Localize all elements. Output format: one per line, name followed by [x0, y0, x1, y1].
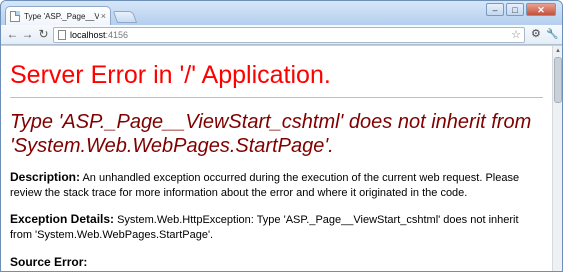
page-favicon-icon	[10, 10, 20, 22]
browser-toolbar: ← → ↻ localhost:4156 ☆ ⚙ 🔧	[1, 25, 562, 45]
description-text: An unhandled exception occurred during t…	[10, 172, 520, 199]
new-tab-button[interactable]	[112, 11, 138, 23]
tab-title: Type 'ASP._Page__ViewSta	[24, 11, 99, 21]
reload-icon[interactable]: ↻	[36, 27, 51, 42]
forward-arrow-icon[interactable]: →	[20, 27, 35, 42]
exception-details-label: Exception Details:	[10, 212, 115, 226]
browser-window: Type 'ASP._Page__ViewSta × – □ ✕ ← → ↻ l…	[0, 0, 563, 272]
description-label: Description:	[10, 170, 81, 184]
exception-details-paragraph: Exception Details: System.Web.HttpExcept…	[10, 212, 540, 243]
tab-close-icon[interactable]: ×	[101, 11, 106, 21]
scrollbar-thumb[interactable]	[554, 57, 562, 103]
scroll-up-arrow-icon[interactable]: ▲	[553, 46, 562, 56]
close-window-button[interactable]: ✕	[526, 3, 556, 16]
vertical-scrollbar[interactable]: ▲	[552, 46, 562, 271]
address-bar[interactable]: localhost:4156 ☆	[53, 27, 525, 43]
url-host: localhost	[70, 30, 106, 40]
window-controls: – □ ✕	[486, 3, 556, 16]
minimize-button[interactable]: –	[486, 3, 504, 16]
tab-active[interactable]: Type 'ASP._Page__ViewSta ×	[5, 6, 111, 25]
page-menu-icon[interactable]: ⚙	[531, 27, 541, 42]
maximize-button[interactable]: □	[506, 3, 524, 16]
error-title: Type 'ASP._Page__ViewStart_cshtml' does …	[10, 111, 532, 157]
back-arrow-icon[interactable]: ←	[5, 27, 20, 42]
page-content: Server Error in '/' Application. Type 'A…	[1, 46, 552, 271]
bookmark-star-icon[interactable]: ☆	[511, 28, 521, 42]
description-paragraph: Description: An unhandled exception occu…	[10, 170, 540, 201]
title-bar: Type 'ASP._Page__ViewSta × – □ ✕	[1, 1, 562, 25]
page-icon	[58, 30, 66, 40]
url-port: :4156	[105, 30, 129, 40]
divider	[10, 97, 543, 98]
source-error-label: Source Error:	[10, 255, 88, 269]
wrench-menu-icon[interactable]: 🔧	[546, 27, 558, 42]
page-title: Server Error in '/' Application.	[10, 61, 331, 89]
